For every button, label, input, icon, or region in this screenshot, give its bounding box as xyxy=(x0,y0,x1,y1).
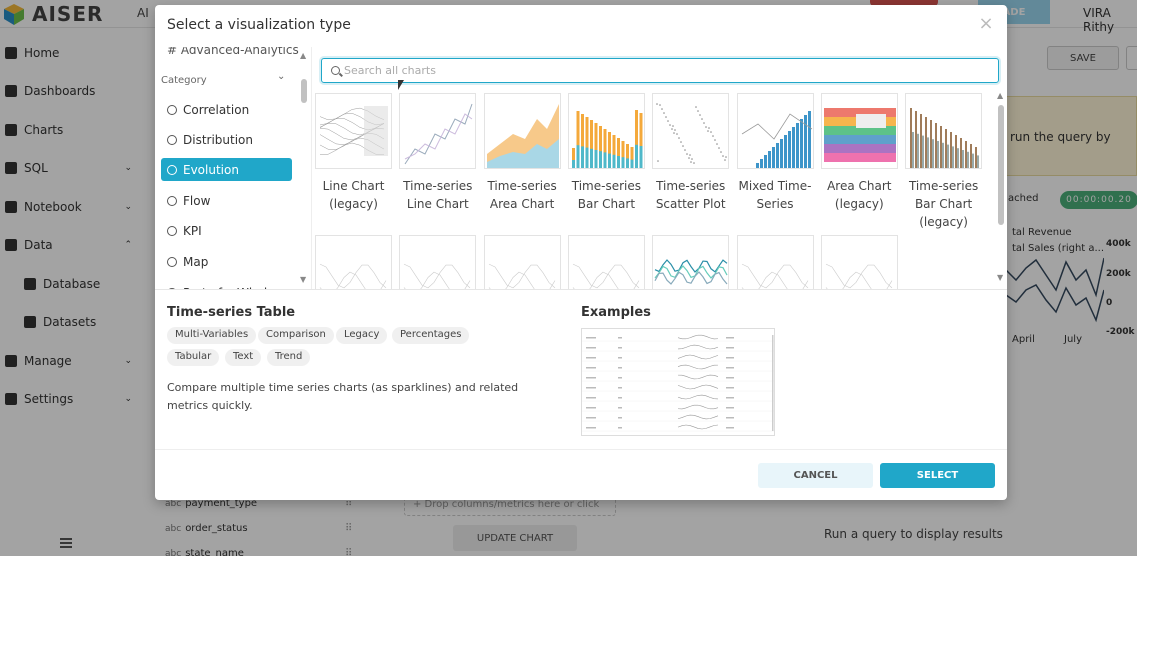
viz-type-modal: Select a visualization type × # Advanced… xyxy=(155,5,1007,500)
chart-thumbnail-graphic xyxy=(404,103,473,165)
tag-chip[interactable]: Trend xyxy=(267,349,311,366)
tag-chip[interactable]: Legacy xyxy=(336,327,388,344)
chart-thumbnail-graphic xyxy=(741,263,808,289)
scroll-up-icon[interactable]: ▲ xyxy=(997,91,1003,100)
chart-description: Compare multiple time series charts (as … xyxy=(167,381,519,412)
category-icon xyxy=(167,195,177,206)
category-icon xyxy=(167,164,177,175)
example-thumbnail[interactable] xyxy=(581,328,775,436)
select-button[interactable]: SELECT xyxy=(880,463,995,488)
chart-type-label: Time-series Line Chart xyxy=(403,179,473,211)
scroll-down-icon[interactable]: ▼ xyxy=(997,273,1003,282)
tag-chip[interactable]: Comparison xyxy=(258,327,334,344)
examples-title: Examples xyxy=(581,305,651,320)
category-label: Correlation xyxy=(183,102,250,117)
chart-thumbnail xyxy=(652,93,730,169)
category-label: Distribution xyxy=(183,132,254,147)
category-header[interactable]: Category xyxy=(161,75,207,86)
chart-thumbnail-graphic xyxy=(571,110,643,168)
search-icon xyxy=(331,66,340,75)
chevron-down-icon[interactable]: ⌄ xyxy=(277,71,285,82)
example-sparkline-table xyxy=(582,334,774,432)
chart-thumbnail xyxy=(820,93,898,169)
category-icon xyxy=(167,225,177,236)
chart-thumbnail xyxy=(399,235,477,289)
divider xyxy=(155,289,1007,290)
search-input[interactable] xyxy=(344,61,984,80)
category-item-advanced-analytics[interactable]: # Advanced-Analytics xyxy=(167,47,299,57)
chart-thumbnail xyxy=(483,93,561,169)
chart-thumbnail-graphic xyxy=(319,263,387,289)
category-scrollbar[interactable] xyxy=(301,79,307,103)
chart-thumbnail-graphic xyxy=(572,263,640,289)
chart-thumbnail-graphic xyxy=(823,108,896,162)
cancel-button[interactable]: CANCEL xyxy=(758,463,873,488)
chart-thumbnail-graphic xyxy=(488,263,555,289)
category-item[interactable]: Flow xyxy=(161,189,292,212)
chart-type-label: Time-series Area Chart xyxy=(487,179,557,211)
chart-type-label: Area Chart (legacy) xyxy=(827,179,892,211)
category-item[interactable]: KPI xyxy=(161,219,292,242)
category-icon xyxy=(167,256,177,267)
chart-thumbnail-graphic xyxy=(656,103,727,164)
chart-thumbnail xyxy=(736,235,814,289)
category-label: Map xyxy=(183,254,209,269)
chart-type-label: Line Chart (legacy) xyxy=(322,179,385,211)
selected-chart-title: Time-series Table xyxy=(167,305,296,320)
chart-type-label: Mixed Time-Series xyxy=(738,179,812,211)
chart-type-label: Time-series Scatter Plot xyxy=(655,179,726,211)
chart-thumbnail xyxy=(315,93,392,169)
modal-title: Select a visualization type xyxy=(167,17,351,33)
chart-type-grid: Line Chart (legacy) Time-series Line Char… xyxy=(315,93,997,289)
chart-search[interactable] xyxy=(321,58,999,83)
category-item[interactable]: Part of a Whole xyxy=(161,281,292,289)
chart-thumbnail-graphic xyxy=(741,111,812,168)
mouse-cursor-icon xyxy=(398,80,404,90)
chart-thumbnail xyxy=(736,93,814,169)
chart-thumbnail xyxy=(820,235,898,289)
tag-chip[interactable]: Text xyxy=(225,349,262,366)
chart-type-label: Time-series Bar Chart (legacy) xyxy=(908,179,979,229)
tag-chip[interactable]: Multi-Variables xyxy=(167,327,257,344)
tag-chip[interactable]: Tabular xyxy=(167,349,220,366)
chart-thumbnail xyxy=(652,235,730,289)
chart-thumbnail-graphic xyxy=(910,108,980,168)
category-label: Advanced-Analytics xyxy=(180,47,299,57)
chart-thumbnail xyxy=(399,93,477,169)
category-label: KPI xyxy=(183,223,202,238)
chart-thumbnail-graphic xyxy=(486,104,559,168)
chart-thumbnail xyxy=(567,235,645,289)
scroll-up-icon[interactable]: ▲ xyxy=(300,51,306,60)
chart-thumbnail-graphic xyxy=(319,106,388,156)
close-icon[interactable]: × xyxy=(977,15,995,33)
chart-thumbnail xyxy=(567,93,645,169)
category-item[interactable]: Correlation xyxy=(161,98,292,121)
scroll-down-icon[interactable]: ▼ xyxy=(300,275,306,284)
divider xyxy=(155,449,1007,450)
chart-thumbnail xyxy=(315,235,392,289)
category-item[interactable]: Distribution xyxy=(161,128,292,151)
chart-thumbnail-graphic xyxy=(654,259,728,285)
category-panel: # Advanced-Analytics Category ⌄ ▲ ▼ Corr… xyxy=(155,47,312,289)
category-label: Evolution xyxy=(183,162,239,177)
category-item[interactable]: Map xyxy=(161,250,292,273)
grid-scrollbar[interactable] xyxy=(998,105,1004,225)
chart-thumbnail xyxy=(483,235,561,289)
category-item[interactable]: Evolution xyxy=(161,158,292,181)
chart-thumbnail-graphic xyxy=(404,263,471,289)
app-background: AISER AI ADE VIRA Rithy Home Dashboards Ch… xyxy=(0,0,1137,556)
chart-type-label: Time-series Bar Chart xyxy=(571,179,641,211)
chart-thumbnail-graphic xyxy=(825,263,893,289)
category-icon xyxy=(167,104,177,115)
category-label: Flow xyxy=(183,193,211,208)
category-icon xyxy=(167,134,177,145)
chart-thumbnail xyxy=(905,93,983,169)
tag-chip[interactable]: Percentages xyxy=(392,327,470,344)
